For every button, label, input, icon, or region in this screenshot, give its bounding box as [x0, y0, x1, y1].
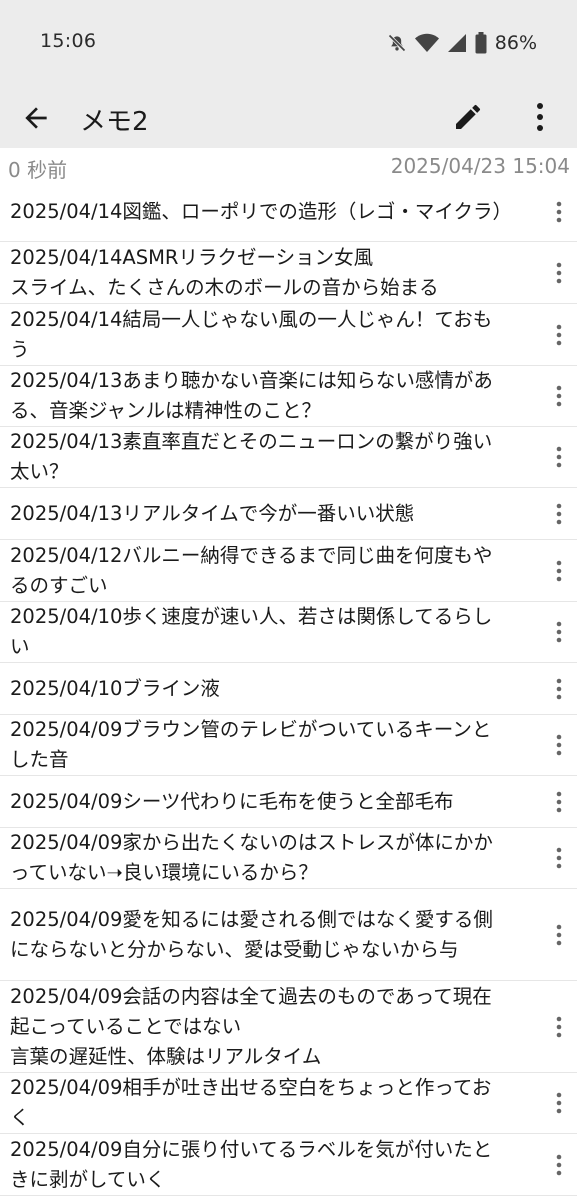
memo-meta-row: 0 秒前 2025/04/23 15:04: [0, 148, 577, 182]
list-item[interactable]: 2025/04/13素直率直だとそのニューロンの繋がり強い太い？: [0, 427, 577, 488]
memo-text: 2025/04/14結局一人じゃない風の一人じゃん！ておもう: [10, 307, 493, 361]
app-bar: メモ2: [0, 86, 577, 148]
memo-text: 2025/04/13あまり聴かない音楽には知らない感情がある、音楽ジャンルは精神…: [10, 369, 493, 422]
more-vert-icon[interactable]: [541, 1147, 577, 1183]
more-vert-icon[interactable]: [541, 317, 577, 353]
memo-text: 2025/04/09相手が吐き出せる空白をちょっと作っておく: [10, 1076, 492, 1129]
list-item[interactable]: 2025/04/14図鑑、ローポリでの造形（レゴ・マイクラ）: [0, 182, 577, 242]
memo-text: 2025/04/09シーツ代わりに毛布を使うと全部毛布: [10, 789, 454, 813]
more-vert-icon[interactable]: [541, 496, 577, 532]
signal-icon: [447, 33, 467, 53]
more-vert-icon[interactable]: [541, 917, 577, 953]
saved-ago-label: 0 秒前: [8, 158, 68, 182]
list-item[interactable]: 2025/04/09愛を知るには愛される側ではなく愛する側にならないと分からない…: [0, 889, 577, 981]
list-item[interactable]: 2025/04/09シーツ代わりに毛布を使うと全部毛布: [0, 776, 577, 828]
more-vert-icon[interactable]: [541, 255, 577, 291]
pencil-icon[interactable]: [452, 101, 484, 133]
mute-icon: [387, 33, 407, 53]
more-vert-icon[interactable]: [541, 378, 577, 414]
memo-timestamp: 2025/04/23 15:04: [390, 154, 570, 178]
memo-list: 2025/04/14図鑑、ローポリでの造形（レゴ・マイクラ） 2025/04/1…: [0, 182, 577, 1196]
page-title: メモ2: [80, 107, 149, 137]
list-item[interactable]: 2025/04/09相手が吐き出せる空白をちょっと作っておく: [0, 1073, 577, 1134]
list-item[interactable]: 2025/04/09会話の内容は全て過去のものであって現在起こっていることではな…: [0, 981, 577, 1073]
back-arrow-icon[interactable]: [20, 102, 52, 134]
memo-text: 2025/04/13リアルタイムで今が一番いい状態: [10, 501, 415, 525]
battery-icon: [475, 32, 487, 54]
memo-text: 2025/04/09愛を知るには愛される側ではなく愛する側にならないと分からない…: [10, 907, 493, 961]
more-vert-icon[interactable]: [541, 840, 577, 876]
more-vert-icon[interactable]: [541, 727, 577, 763]
list-item[interactable]: 2025/04/10ブライン液: [0, 663, 577, 715]
more-vert-icon[interactable]: [541, 553, 577, 589]
more-vert-icon[interactable]: [541, 671, 577, 707]
memo-text: 2025/04/13素直率直だとそのニューロンの繋がり強い太い？: [10, 430, 493, 483]
memo-text: 2025/04/12バルニー納得できるまで同じ曲を何度もやるのすごい: [10, 543, 493, 597]
memo-text: 2025/04/10ブライン液: [10, 676, 220, 700]
status-icons: 86%: [387, 30, 537, 56]
more-vert-icon[interactable]: [541, 1009, 577, 1045]
memo-text: 2025/04/09ブラウン管のテレビがついているキーンとした音: [10, 718, 492, 771]
memo-text: 2025/04/09自分に張り付いてるラベルを気が付いたときに剥がしていく: [10, 1137, 493, 1191]
memo-text: 2025/04/14ASMRリラクゼーション女風 スライム、たくさんの木のボール…: [10, 245, 439, 299]
battery-percentage: 86%: [494, 32, 537, 54]
memo-text: 2025/04/10歩く速度が速い人、若さは関係してるらしい: [10, 605, 493, 658]
more-vert-icon[interactable]: [524, 100, 556, 134]
more-vert-icon[interactable]: [541, 784, 577, 820]
more-vert-icon[interactable]: [541, 1085, 577, 1121]
list-item[interactable]: 2025/04/13リアルタイムで今が一番いい状態: [0, 488, 577, 540]
list-item[interactable]: 2025/04/12バルニー納得できるまで同じ曲を何度もやるのすごい: [0, 540, 577, 602]
more-vert-icon[interactable]: [541, 194, 577, 230]
wifi-icon: [414, 33, 439, 53]
status-time: 15:06: [40, 30, 97, 52]
list-item[interactable]: 2025/04/10歩く速度が速い人、若さは関係してるらしい: [0, 602, 577, 663]
list-item[interactable]: 2025/04/14ASMRリラクゼーション女風 スライム、たくさんの木のボール…: [0, 242, 577, 304]
more-vert-icon[interactable]: [541, 614, 577, 650]
list-item[interactable]: 2025/04/09ブラウン管のテレビがついているキーンとした音: [0, 715, 577, 776]
memo-text: 2025/04/09会話の内容は全て過去のものであって現在起こっていることではな…: [10, 984, 492, 1068]
status-bar: 15:06 86%: [0, 0, 577, 86]
list-item[interactable]: 2025/04/09自分に張り付いてるラベルを気が付いたときに剥がしていく: [0, 1134, 577, 1196]
list-item[interactable]: 2025/04/13あまり聴かない音楽には知らない感情がある、音楽ジャンルは精神…: [0, 366, 577, 427]
memo-text: 2025/04/14図鑑、ローポリでの造形（レゴ・マイクラ）: [10, 199, 513, 223]
memo-text: 2025/04/09家から出たくないのはストレスが体にかかっていない➝良い環境に…: [10, 831, 493, 884]
list-item[interactable]: 2025/04/14結局一人じゃない風の一人じゃん！ておもう: [0, 304, 577, 366]
more-vert-icon[interactable]: [541, 439, 577, 475]
list-item[interactable]: 2025/04/09家から出たくないのはストレスが体にかかっていない➝良い環境に…: [0, 828, 577, 889]
